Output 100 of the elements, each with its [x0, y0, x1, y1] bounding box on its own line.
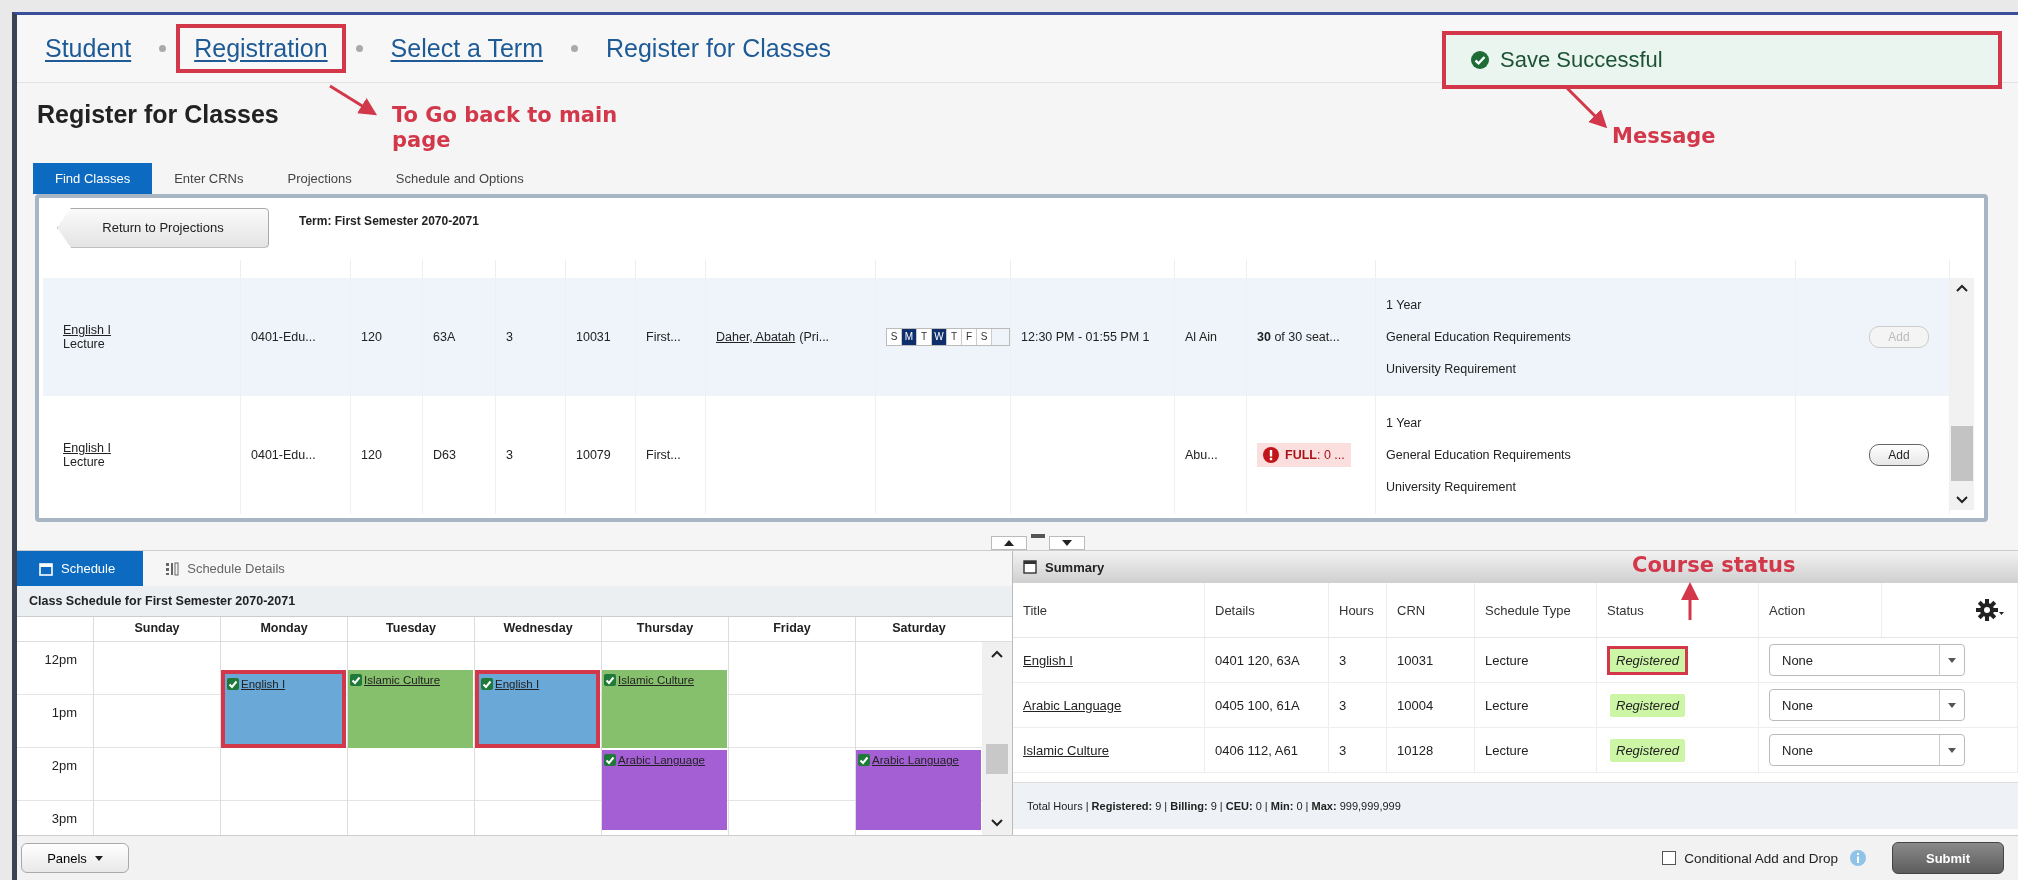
status-badge: Registered [1607, 645, 1688, 675]
weekday-chip: T [947, 328, 962, 345]
breadcrumb-separator [571, 45, 578, 52]
checkbox-label[interactable]: Conditional Add and Drop [1684, 850, 1838, 866]
summary-title: Summary [1045, 559, 1105, 575]
status-badge: Registered [1607, 735, 1688, 765]
term-text: First... [646, 447, 682, 462]
class-event[interactable]: Arabic Language [856, 750, 981, 831]
class-event[interactable]: English I [475, 670, 600, 749]
alert-icon [1263, 446, 1279, 463]
class-event[interactable]: English I [221, 670, 346, 749]
crn-text: 10031 [576, 329, 612, 344]
schedule-tab[interactable]: Schedule Details [143, 551, 307, 587]
caret-down-icon [94, 855, 103, 861]
course-title-link[interactable]: English I [63, 322, 240, 337]
check-icon [604, 754, 616, 767]
list-icon [165, 561, 180, 576]
settings-icon[interactable] [1975, 598, 2005, 623]
details-text: 0401 120, 63A [1215, 652, 1300, 668]
subject-text: 0401-Edu... [251, 447, 317, 462]
callout-text: Course status [1632, 553, 1796, 579]
breadcrumb-link[interactable]: Register for Classes [588, 24, 850, 73]
instructor-link[interactable]: Daher, Abatah [716, 329, 796, 344]
hours-text: 3 [1339, 742, 1347, 758]
page-title: Register for Classes [37, 100, 279, 130]
scrollbar[interactable] [1950, 277, 1974, 510]
add-button[interactable]: Add [1869, 443, 1929, 466]
weekday-chip: T [917, 328, 932, 345]
time-label: 12pm [44, 652, 77, 670]
return-button[interactable]: Return to Projections [57, 207, 269, 248]
scroll-up-icon[interactable] [1956, 283, 1968, 292]
scrollbar[interactable] [982, 642, 1012, 836]
tab[interactable]: Projections [265, 162, 374, 194]
crn-text: 10004 [1397, 697, 1434, 713]
breadcrumb-link[interactable]: Registration [176, 24, 346, 73]
check-icon [227, 678, 239, 691]
column-header: Action [1769, 602, 1806, 618]
breadcrumb-link[interactable]: Select a Term [372, 24, 561, 73]
scroll-up-icon[interactable] [991, 650, 1003, 659]
panels-button[interactable]: Panels [21, 843, 129, 874]
scroll-down-icon[interactable] [1956, 495, 1968, 504]
weekday-header: Sunday [93, 617, 220, 642]
action-dropdown[interactable]: None [1769, 734, 1965, 767]
caret-down-icon [1948, 657, 1956, 663]
scroll-thumb[interactable] [986, 743, 1008, 774]
term-label: Term: First Semester 2070-2071 [299, 213, 479, 228]
class-event[interactable]: Arabic Language [602, 750, 727, 831]
weekday-header: Wednesday [474, 617, 601, 642]
message-text: Save Successful [1500, 47, 1663, 73]
tab[interactable]: Enter CRNs [152, 162, 266, 194]
course-number: 120 [361, 447, 383, 462]
section-text: 63A [433, 329, 457, 344]
check-circle-icon [1470, 50, 1490, 70]
weekday-header: Saturday [855, 617, 982, 642]
hours-text: 3 [506, 447, 514, 462]
crn-text: 10031 [1397, 652, 1434, 668]
hours-text: 3 [1339, 652, 1347, 668]
schedule-tab[interactable]: Schedule [17, 551, 144, 587]
callout-text: To Go back to main page [392, 103, 619, 154]
class-row[interactable]: English I Lecture 0401-Edu... 120 D63 3 10079 First... Abu... FULL: 0 ... 1 Year General Education Requirements University Requirement Add [43, 395, 1950, 514]
subject-text: 0401-Edu... [251, 329, 317, 344]
scroll-down-icon[interactable] [991, 819, 1003, 828]
course-title-link[interactable]: English I [1023, 652, 1073, 668]
schedule-type: Lecture [1485, 652, 1529, 668]
submit-button[interactable]: Submit [1892, 842, 2004, 875]
weekday-header: Thursday [601, 617, 728, 642]
attribute-text: General Education Requirements [1386, 329, 1572, 344]
caret-down-icon [1948, 747, 1956, 753]
weekday-header: Monday [220, 617, 347, 642]
schedule-type: Lecture [63, 336, 106, 351]
weekday-chip: S [977, 328, 992, 345]
callout-arrow [1681, 582, 1699, 620]
status-badge: Registered [1607, 690, 1688, 720]
details-text: 0406 112, A61 [1215, 742, 1298, 758]
column-header: CRN [1397, 602, 1426, 618]
total-hours-text: Total Hours | Registered: 9 | Billing: 9 | CEU: 0 | Min: 0 | Max: 999,999,999 [1027, 800, 1401, 813]
course-title-link[interactable]: Islamic Culture [1023, 742, 1109, 758]
weekday-chip: S [887, 328, 902, 345]
time-label: 3pm [51, 811, 77, 829]
course-title-link[interactable]: Arabic Language [1023, 697, 1122, 713]
time-label: 1pm [51, 705, 77, 723]
checkbox[interactable] [1662, 851, 1677, 866]
section-text: D63 [433, 447, 457, 462]
callout-arrow [329, 84, 378, 116]
course-title-link[interactable]: English I [63, 440, 240, 455]
attribute-text: General Education Requirements [1386, 447, 1572, 462]
splitter-handle[interactable] [1030, 534, 1045, 539]
collapse-up-button[interactable] [990, 536, 1027, 551]
collapse-down-button[interactable] [1048, 536, 1085, 551]
tab[interactable]: Find Classes [33, 162, 153, 194]
campus-text: Abu... [1185, 447, 1219, 462]
attribute-text: University Requirement [1386, 361, 1517, 376]
class-event[interactable]: Islamic Culture [348, 670, 473, 749]
tab[interactable]: Schedule and Options [373, 162, 546, 194]
breadcrumb-link[interactable]: Student [27, 24, 150, 73]
caret-up-icon [1003, 540, 1014, 547]
action-dropdown[interactable]: None [1769, 644, 1965, 677]
class-event[interactable]: Islamic Culture [602, 670, 727, 749]
action-dropdown[interactable]: None [1769, 689, 1965, 722]
scroll-thumb[interactable] [1951, 426, 1973, 482]
